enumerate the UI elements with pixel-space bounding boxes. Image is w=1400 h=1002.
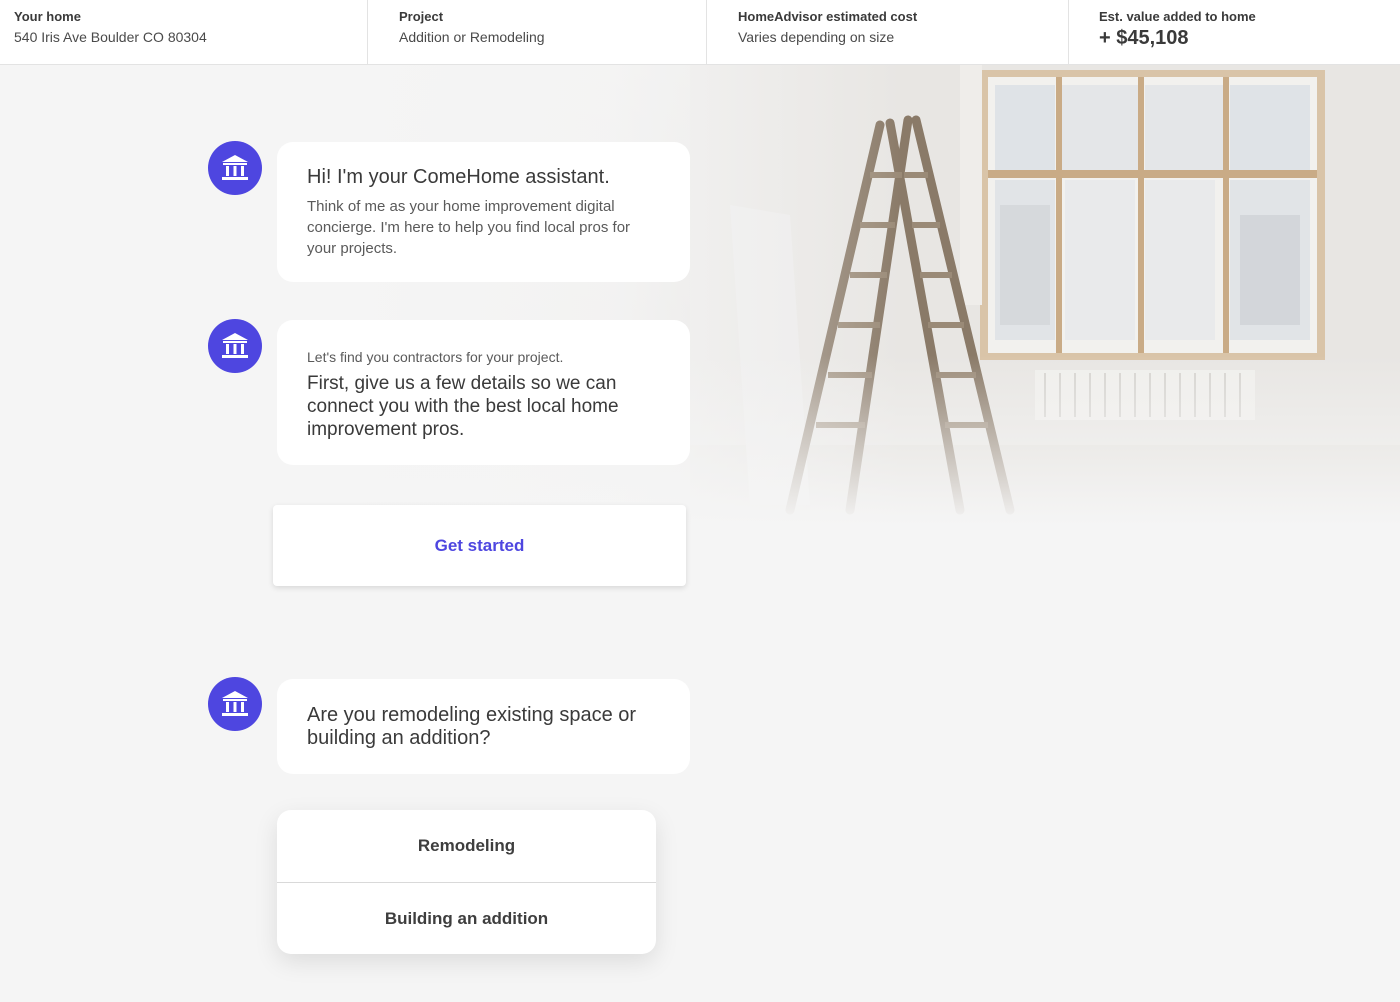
- project-summary-bar: Your home 540 Iris Ave Boulder CO 80304 …: [0, 0, 1400, 65]
- project-value: Addition or Remodeling: [399, 29, 545, 45]
- bank-building-icon: [222, 155, 248, 180]
- greeting-message: Hi! I'm your ComeHome assistant. Think o…: [277, 142, 690, 282]
- question-message: Are you remodeling existing space or bui…: [277, 679, 690, 774]
- intro-message: Let's find you contractors for your proj…: [277, 320, 690, 465]
- value-added-amount: + $45,108: [1099, 27, 1189, 49]
- value-added-label: Est. value added to home: [1099, 9, 1256, 24]
- bank-building-icon: [222, 333, 248, 358]
- assistant-avatar: [208, 141, 262, 195]
- bank-building-icon: [222, 691, 248, 716]
- intro-main-text: First, give us a few details so we can c…: [307, 373, 619, 440]
- question-text: Are you remodeling existing space or bui…: [307, 704, 637, 749]
- summary-home: Your home 540 Iris Ave Boulder CO 80304: [0, 0, 368, 64]
- summary-cost: HomeAdvisor estimated cost Varies depend…: [707, 0, 1069, 64]
- intro-small-text: Let's find you contractors for your proj…: [307, 349, 564, 365]
- cost-value: Varies depending on size: [738, 29, 895, 45]
- home-label: Your home: [14, 9, 81, 24]
- assistant-avatar: [208, 677, 262, 731]
- cost-label: HomeAdvisor estimated cost: [738, 9, 918, 24]
- summary-project: Project Addition or Remodeling: [368, 0, 707, 64]
- greeting-title: Hi! I'm your ComeHome assistant.: [307, 166, 610, 188]
- summary-value-added: Est. value added to home + $45,108: [1069, 0, 1400, 64]
- greeting-body: Think of me as your home improvement dig…: [307, 198, 631, 257]
- home-address: 540 Iris Ave Boulder CO 80304: [14, 29, 207, 45]
- get-started-button[interactable]: Get started: [273, 505, 686, 586]
- assistant-avatar: [208, 319, 262, 373]
- project-label: Project: [399, 9, 444, 24]
- choice-remodeling-button[interactable]: Remodeling: [277, 810, 656, 882]
- answer-choices: Remodeling Building an addition: [277, 810, 656, 954]
- choice-building-addition-button[interactable]: Building an addition: [277, 882, 656, 954]
